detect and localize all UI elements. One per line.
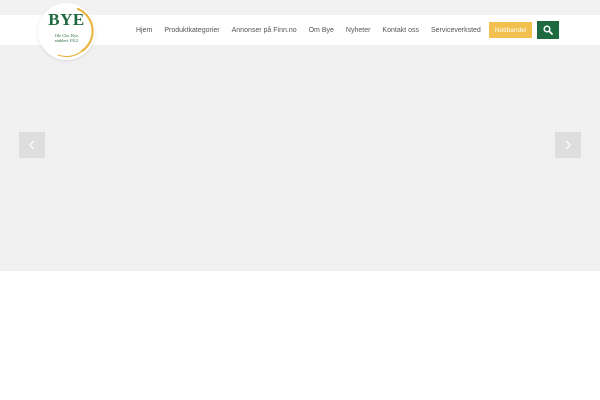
nav-item-annonser[interactable]: Annonser på Finn.no [226, 27, 303, 34]
chevron-right-icon [566, 140, 571, 150]
nav-item-hjem[interactable]: Hjem [130, 27, 158, 34]
chevron-left-icon [29, 140, 34, 150]
logo[interactable]: BYE Ole Chr. Bye etablert 1912 [38, 3, 95, 60]
logo-name: BYE [48, 10, 85, 29]
slider-next-button[interactable] [555, 132, 581, 158]
page: BYE Ole Chr. Bye etablert 1912 Hjem Prod… [0, 0, 600, 400]
nav-item-serviceverksted[interactable]: Serviceverksted [425, 27, 487, 34]
nav-item-produktkategorier[interactable]: Produktkategorier [158, 27, 225, 34]
main-nav: Hjem Produktkategorier Annonser på Finn.… [130, 15, 487, 45]
logo-line-2: etablert 1912 [54, 38, 79, 43]
hero-slider [0, 45, 600, 270]
shop-button[interactable]: Nettbandel [489, 22, 532, 38]
search-icon [543, 25, 553, 35]
content-divider [0, 270, 600, 271]
nav-item-kontakt-oss[interactable]: Kontakt oss [376, 27, 425, 34]
search-button[interactable] [537, 21, 559, 39]
nav-item-om-bye[interactable]: Om Bye [303, 27, 340, 34]
nav-item-nyheter[interactable]: Nyheter [340, 27, 377, 34]
slider-prev-button[interactable] [19, 132, 45, 158]
